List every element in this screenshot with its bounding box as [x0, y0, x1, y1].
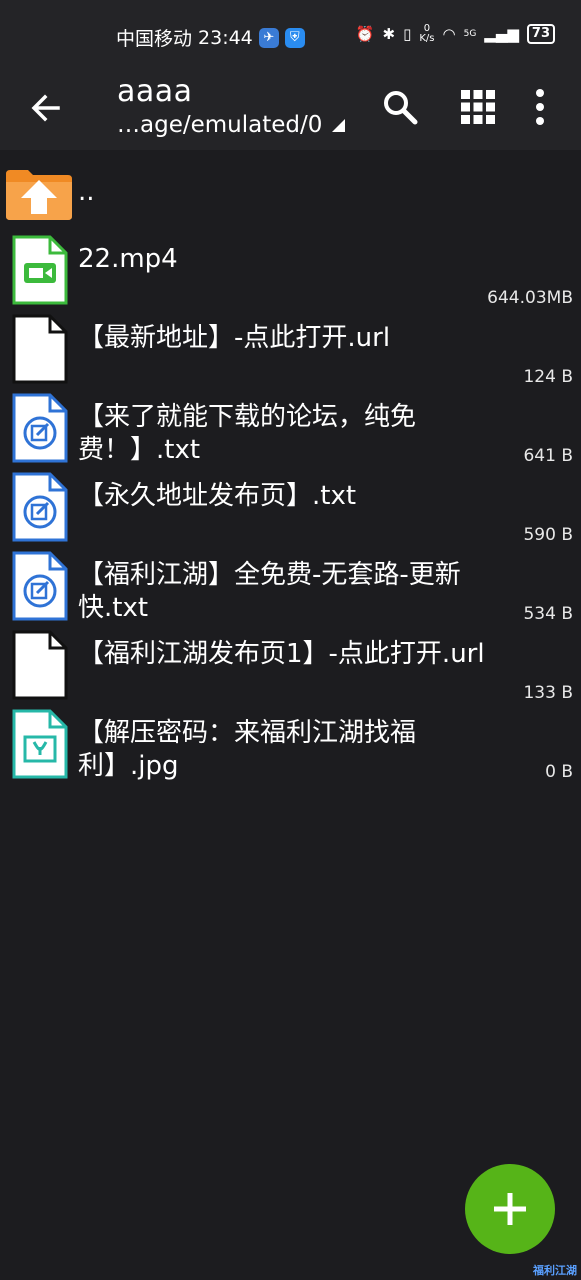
search-button[interactable] — [380, 87, 420, 127]
path-selector[interactable]: …age/emulated/0 — [117, 112, 346, 138]
app-bar: aaaa …age/emulated/0 — [0, 70, 581, 150]
overflow-menu-button[interactable] — [525, 87, 555, 127]
bluetooth-icon: ✱ — [382, 25, 396, 43]
file-size: 641 B — [523, 446, 573, 466]
folder-up-icon — [6, 170, 72, 220]
file-name: 【福利江湖发布页1】-点此打开.url — [78, 639, 485, 669]
file-size: 124 B — [523, 367, 573, 387]
parent-folder-label: .. — [78, 177, 95, 207]
status-right: ⏰ ✱ ▯ 0 K/s ◠ 5G ▂▄▆ 73 — [356, 24, 555, 44]
back-button[interactable] — [26, 88, 66, 128]
grid-view-button[interactable] — [458, 87, 498, 127]
file-name: 【来了就能下载的论坛，纯免费！】.txt — [78, 402, 417, 465]
parent-folder-row[interactable]: .. — [0, 160, 581, 233]
video-file-icon — [12, 235, 68, 305]
file-row[interactable]: 22.mp4 644.03MB — [0, 233, 581, 312]
more-vert-icon — [536, 89, 544, 125]
battery-level: 73 — [526, 24, 555, 44]
airplane-app-icon: ✈ — [258, 27, 279, 48]
text-file-icon — [12, 393, 68, 463]
file-size: 133 B — [523, 683, 573, 703]
wifi-icon: ◠ — [442, 25, 456, 43]
file-row[interactable]: 【来了就能下载的论坛，纯免费！】.txt 641 B — [0, 391, 581, 470]
blank-file-icon — [12, 314, 68, 384]
watermark-logo: 福利江湖 — [533, 1264, 577, 1277]
status-left: 中国移动 23:44 ✈ ⛨ — [116, 24, 305, 51]
network-type: 5G — [463, 29, 477, 39]
arrow-left-icon — [31, 94, 60, 122]
shield-app-icon: ⛨ — [284, 27, 305, 48]
signal-icon: ▂▄▆ — [484, 25, 519, 43]
grid-view-icon — [461, 90, 495, 124]
status-bar: 中国移动 23:44 ✈ ⛨ ⏰ ✱ ▯ 0 K/s ◠ 5G ▂▄▆ 73 — [0, 0, 581, 70]
file-row[interactable]: 【福利江湖发布页1】-点此打开.url 133 B — [0, 628, 581, 707]
path-label: …age/emulated/0 — [117, 112, 323, 138]
file-name: 【福利江湖】全免费-无套路-更新快.txt — [78, 560, 461, 623]
alarm-icon: ⏰ — [355, 25, 375, 43]
file-list: .. 22.mp4 644.03MB 【最新地址】-点此打开.url 124 B… — [0, 160, 581, 786]
file-name: 22.mp4 — [78, 244, 178, 274]
file-size: 590 B — [523, 525, 573, 545]
file-row[interactable]: 【永久地址发布页】.txt 590 B — [0, 470, 581, 549]
file-row[interactable]: 【解压密码：来福利江湖找福利】.jpg 0 B — [0, 707, 581, 786]
file-name: 【永久地址发布页】.txt — [78, 481, 357, 511]
search-icon — [384, 91, 418, 125]
add-button[interactable] — [465, 1164, 555, 1254]
carrier-label: 中国移动 — [116, 28, 193, 50]
dropdown-triangle-icon — [332, 119, 346, 132]
text-file-icon — [12, 472, 68, 542]
vibrate-icon: ▯ — [403, 25, 412, 43]
file-row[interactable]: 【最新地址】-点此打开.url 124 B — [0, 312, 581, 391]
blank-file-icon — [12, 630, 68, 700]
file-size: 644.03MB — [487, 288, 573, 308]
image-file-icon — [12, 709, 68, 779]
file-size: 534 B — [523, 604, 573, 624]
file-name: 【解压密码：来福利江湖找福利】.jpg — [78, 718, 417, 781]
text-file-icon — [12, 551, 68, 621]
file-size: 0 B — [545, 762, 573, 782]
plus-icon — [494, 1193, 526, 1225]
net-speed: 0 K/s — [419, 23, 435, 44]
file-name: 【最新地址】-点此打开.url — [78, 323, 391, 353]
folder-title: aaaa — [117, 74, 193, 109]
clock: 23:44 — [198, 26, 253, 49]
file-row[interactable]: 【福利江湖】全免费-无套路-更新快.txt 534 B — [0, 549, 581, 628]
